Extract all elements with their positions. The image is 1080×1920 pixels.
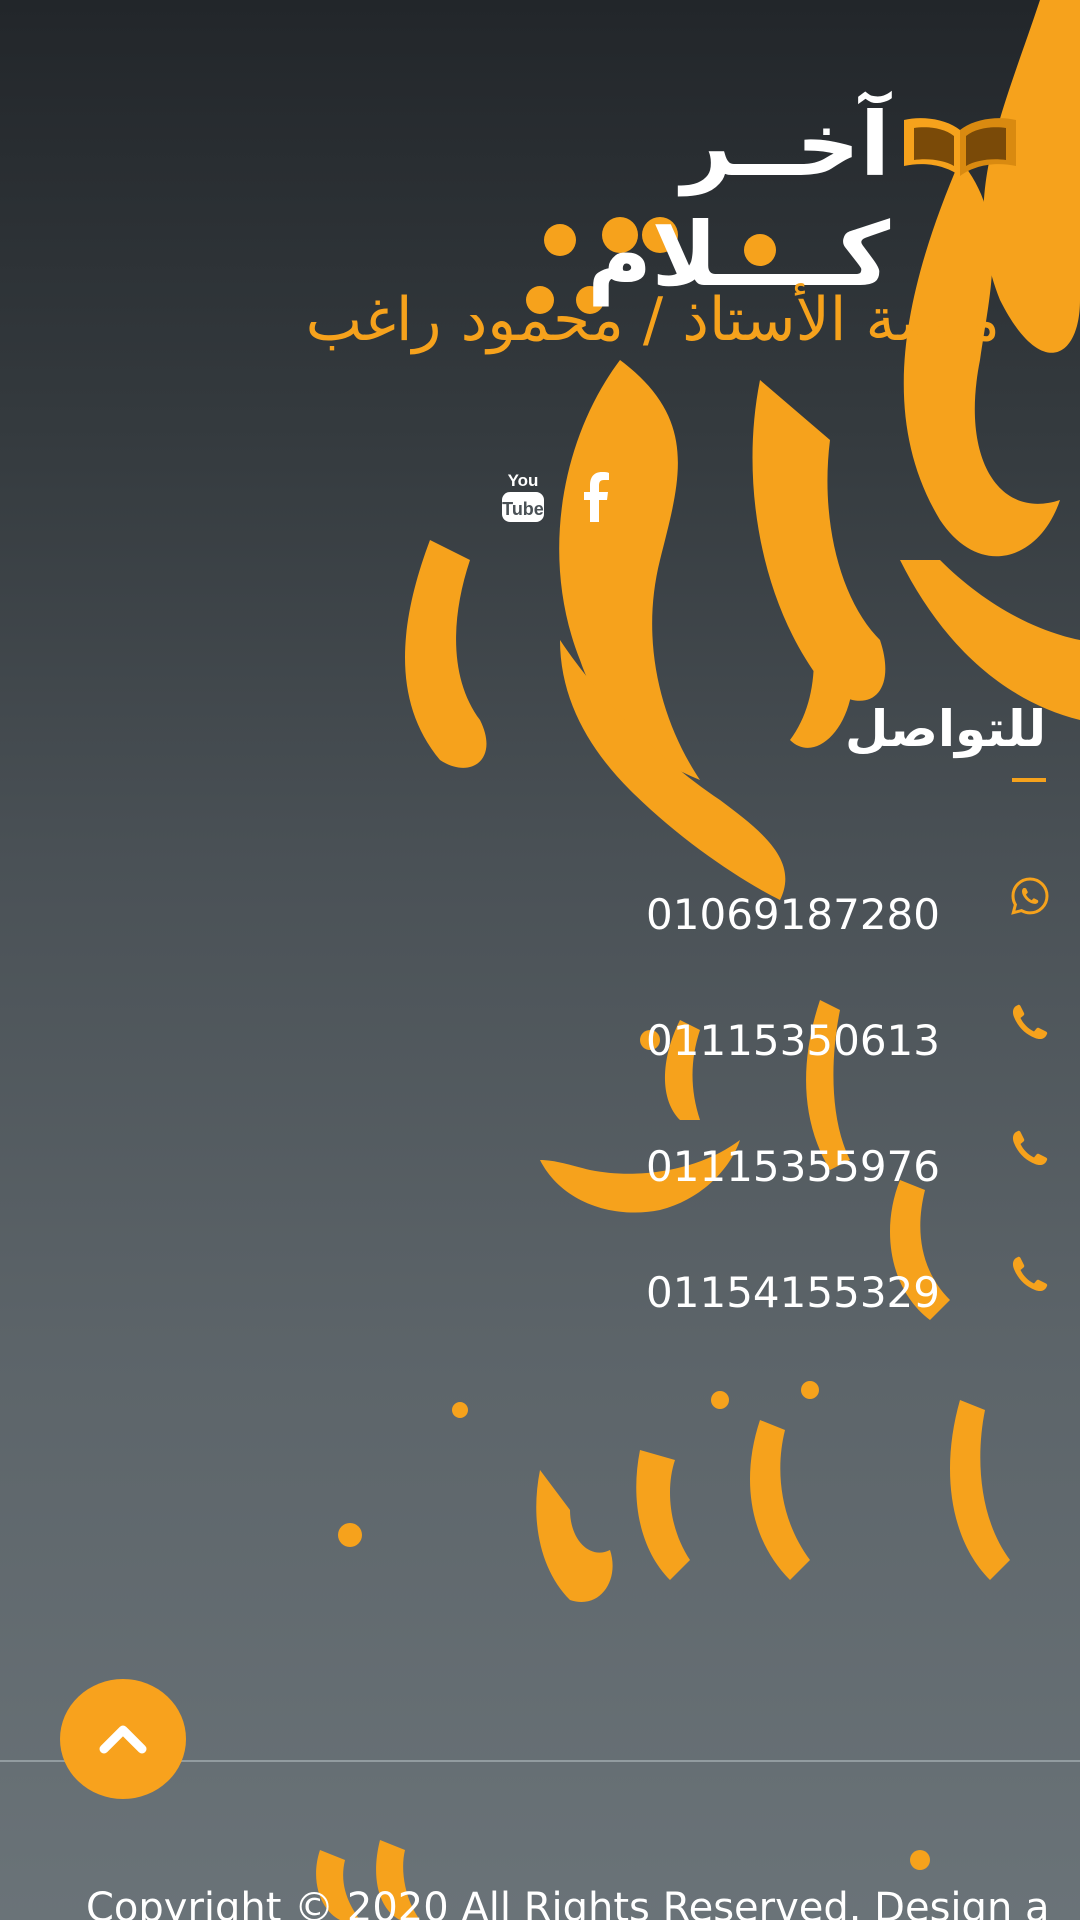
facebook-link[interactable]: [582, 468, 612, 528]
phone-icon: [1012, 1004, 1048, 1040]
svg-text:You: You: [508, 471, 539, 490]
heading-underline: [1012, 778, 1046, 782]
contact-item-whatsapp[interactable]: 01069187280: [450, 876, 1050, 946]
whatsapp-icon: [1011, 877, 1049, 915]
social-links: You Tube: [490, 468, 640, 538]
site-logo[interactable]: آخــر كــــلام: [510, 90, 1030, 306]
contact-heading: للتواصل: [844, 700, 1046, 758]
youtube-link[interactable]: You Tube: [500, 468, 546, 530]
contact-item-phone[interactable]: 01115355976: [450, 1128, 1050, 1198]
contact-item-phone[interactable]: 01115350613: [450, 1002, 1050, 1072]
facebook-icon: [584, 472, 609, 522]
logo-text: آخــر كــــلام: [587, 93, 890, 306]
footer-page: آخــر كــــلام منصة الأستاذ / محمود راغب…: [0, 0, 1080, 1920]
platform-title: منصة الأستاذ / محمود راغب: [305, 285, 1000, 355]
contact-number: 01154155329: [646, 1268, 940, 1317]
phone-icon: [1012, 1130, 1048, 1166]
copyright-text: Copyright © 2020 All Rights Reserved. De…: [86, 1885, 1046, 1920]
chevron-up-icon: [99, 1725, 147, 1754]
open-book-icon: [904, 118, 1016, 176]
phone-icon: [1012, 1256, 1048, 1292]
contact-item-phone[interactable]: 01154155329: [450, 1254, 1050, 1324]
youtube-icon: You Tube: [502, 471, 544, 522]
contact-number: 01115350613: [646, 1016, 940, 1065]
contact-number: 01115355976: [646, 1142, 940, 1191]
svg-text:Tube: Tube: [502, 499, 544, 519]
contact-number: 01069187280: [646, 890, 940, 939]
back-to-top-button[interactable]: [60, 1679, 186, 1799]
